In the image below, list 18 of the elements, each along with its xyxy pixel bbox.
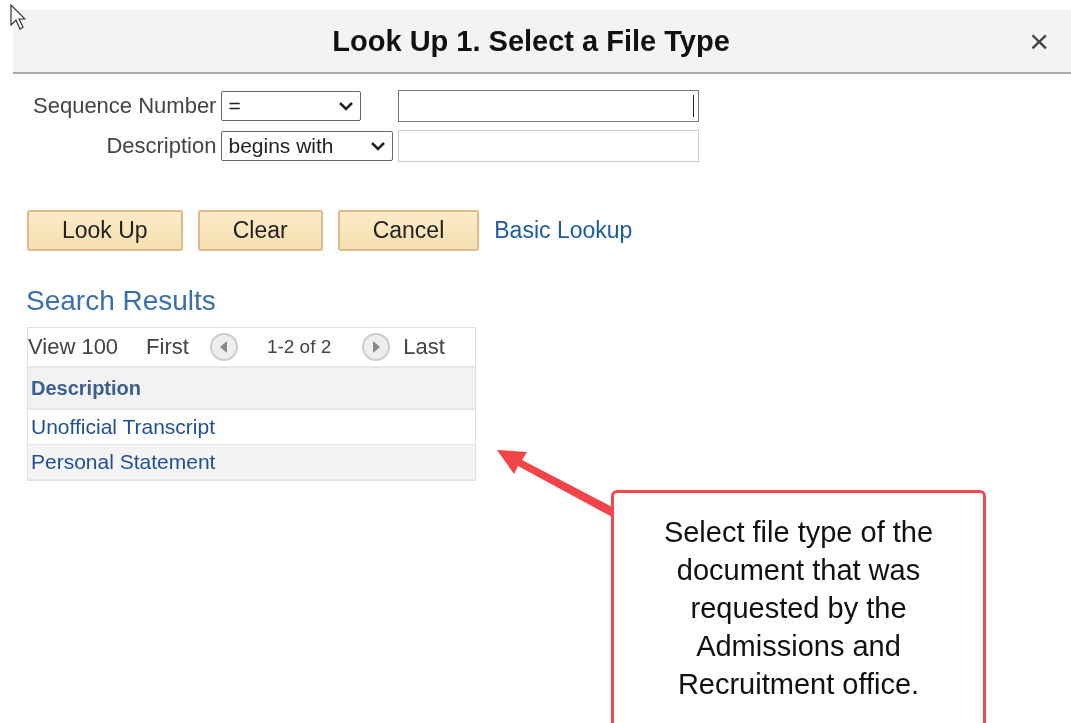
close-button[interactable]: × [1029, 21, 1049, 61]
result-row[interactable]: Personal Statement [28, 445, 475, 480]
basic-lookup-link[interactable]: Basic Lookup [494, 217, 633, 244]
last-link[interactable]: Last [403, 334, 445, 360]
field-label: Description [105, 133, 217, 159]
callout-text: Select file type of the document that was requested by the Admissions and Recruitment office. [662, 515, 935, 702]
operator-dropdown[interactable]: = [221, 91, 362, 121]
results-heading: Search Results [26, 285, 217, 317]
action-button[interactable]: Look Up [27, 210, 183, 251]
dialog-title: Look Up 1. Select a File Type [331, 24, 731, 58]
first-link[interactable]: First [146, 334, 189, 360]
action-button[interactable]: Cancel [337, 210, 480, 251]
view-all-link[interactable]: View 100 [28, 334, 119, 360]
operator-dropdown[interactable]: begins with [221, 131, 394, 161]
column-header[interactable]: Description [28, 366, 475, 410]
row-count: 1-2 of 2 [266, 336, 332, 358]
field-label: Sequence Number [33, 93, 217, 119]
action-button[interactable]: Clear [197, 210, 323, 251]
